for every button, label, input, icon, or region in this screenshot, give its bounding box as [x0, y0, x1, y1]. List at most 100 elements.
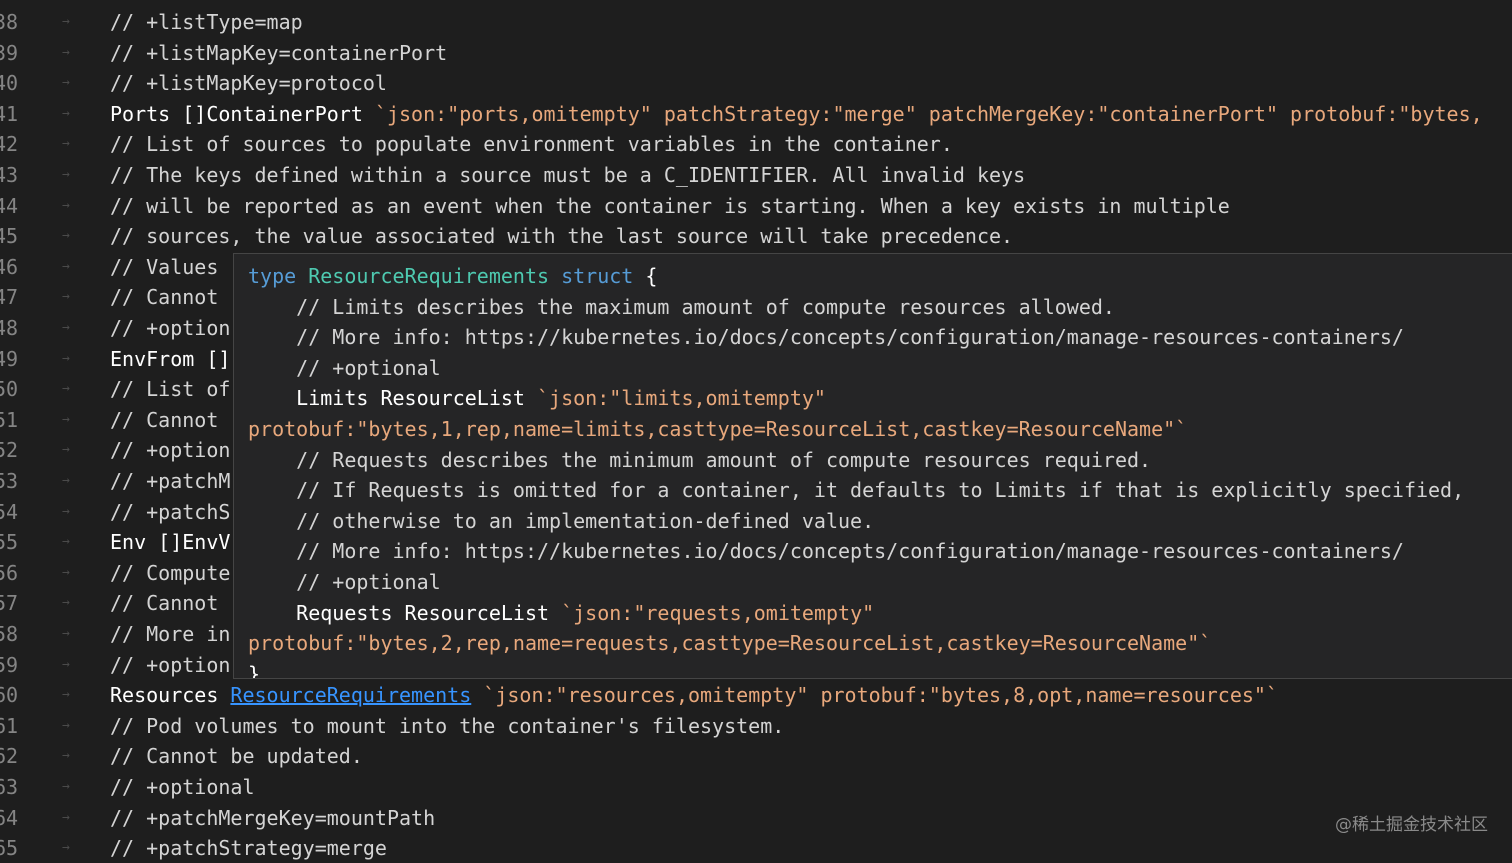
line-number: 50: [0, 377, 19, 402]
tab-whitespace-icon: →: [62, 289, 70, 305]
tab-whitespace-icon: →: [62, 687, 70, 703]
code-text: // +option: [110, 313, 230, 343]
line-number: 58: [0, 622, 19, 646]
code-text: Resources ResourceRequirements `json:"re…: [110, 680, 1278, 710]
line-number: 53: [0, 469, 19, 493]
hover-line: Limits ResourceList `json:"limits,omitem…: [248, 383, 826, 413]
hover-token: // +optional: [248, 355, 441, 380]
hover-token: Limits ResourceList: [248, 386, 537, 411]
code-text: // +patchMergeKey=mountPath: [110, 803, 435, 833]
code-text: // Pod volumes to mount into the contain…: [110, 711, 784, 741]
code-token: // +optional: [110, 775, 255, 799]
line-number: 56: [0, 560, 19, 585]
code-token: // +option: [110, 652, 231, 677]
line-number: 46: [0, 254, 19, 279]
tab-whitespace-icon: →: [62, 75, 70, 91]
tab-whitespace-icon: →: [62, 197, 70, 213]
code-token: // More in: [110, 622, 231, 646]
hover-token: // otherwise to an implementation-define…: [248, 508, 875, 533]
hover-line: type ResourceRequirements struct {: [248, 261, 657, 291]
code-text: // +listType=map: [110, 7, 303, 37]
line-number: 49: [0, 346, 19, 371]
tab-whitespace-icon: →: [62, 320, 70, 335]
hover-token: Requests ResourceList: [248, 600, 562, 625]
tab-whitespace-icon: →: [62, 44, 70, 60]
code-token: `json:"ports,omitempty" patchStrategy:"m…: [374, 101, 1483, 126]
code-text: Env []EnvV: [110, 527, 230, 557]
code-token: // Cannot: [110, 591, 219, 616]
hover-line: // Requests describes the minimum amount…: [248, 445, 1151, 475]
code-token: // Cannot: [110, 407, 219, 432]
code-token: // +listMapKey=containerPort: [110, 40, 448, 65]
code-token: Resources: [110, 683, 231, 708]
code-text: // +patchS: [110, 497, 230, 527]
hover-token: // Limits describes the maximum amount o…: [248, 294, 1115, 319]
hover-token: `json:"requests,omitempty": [561, 600, 875, 625]
line-number: 62: [0, 744, 19, 769]
hover-line: // otherwise to an implementation-define…: [248, 506, 874, 536]
hover-token: {: [633, 264, 658, 288]
code-token: // Values: [110, 254, 219, 279]
line-number: 52: [0, 438, 19, 463]
code-token: // Pod volumes to mount into the contain…: [110, 713, 785, 738]
line-number: 60: [0, 683, 19, 708]
code-text: // will be reported as an event when the…: [110, 191, 1230, 221]
line-number: 48: [0, 316, 19, 340]
tab-whitespace-icon: →: [62, 381, 70, 397]
tab-whitespace-icon: →: [62, 473, 70, 488]
tab-whitespace-icon: →: [62, 534, 70, 550]
code-token: // +option: [110, 438, 231, 463]
hover-line: // If Requests is omitted for a containe…: [248, 475, 1464, 505]
code-token: // +patchS: [110, 499, 231, 524]
hover-token: // If Requests is omitted for a containe…: [248, 478, 1465, 503]
hover-line: // More info: https://kubernetes.io/docs…: [248, 322, 1404, 352]
code-text: // +option: [110, 650, 230, 680]
tab-whitespace-icon: →: [62, 258, 70, 274]
code-token: // +listMapKey=protocol: [110, 71, 387, 96]
code-token: // +listType=map: [110, 10, 303, 34]
code-token: // +patchStrategy=merge: [110, 836, 387, 861]
watermark: @稀土掘金技术社区: [1335, 815, 1488, 835]
code-text: // sources, the value associated with th…: [110, 221, 1013, 251]
code-token: `json:"resources,omitempty" protobuf:"by…: [471, 683, 1278, 708]
line-number: 47: [0, 285, 19, 310]
tab-whitespace-icon: →: [62, 564, 70, 580]
code-token: // Cannot: [110, 285, 219, 310]
line-number: 59: [0, 652, 19, 677]
hover-token: struct: [549, 264, 634, 288]
tab-whitespace-icon: →: [62, 350, 70, 366]
hover-token: `json:"limits,omitempty": [536, 386, 826, 411]
line-number: 42: [0, 132, 19, 157]
code-text: // The keys defined within a source must…: [110, 160, 1025, 190]
hover-line: // Limits describes the maximum amount o…: [248, 292, 1115, 322]
tab-whitespace-icon: →: [62, 14, 70, 29]
code-text: // More in: [110, 619, 230, 649]
hover-tooltip: type ResourceRequirements struct { // Li…: [233, 253, 1512, 679]
code-text: Ports []ContainerPort `json:"ports,omite…: [110, 99, 1483, 129]
line-number: 44: [0, 193, 19, 218]
hover-token: protobuf:"bytes,2,rep,name=requests,cast…: [248, 631, 1212, 656]
code-text: // List of sources to populate environme…: [110, 129, 953, 159]
line-number: 40: [0, 71, 19, 96]
tab-whitespace-icon: →: [62, 656, 70, 672]
code-token: // sources, the value associated with th…: [110, 224, 1014, 249]
hover-token: // Requests describes the minimum amount…: [248, 447, 1152, 472]
tab-whitespace-icon: →: [62, 748, 70, 764]
hover-line: // +optional: [248, 353, 441, 383]
hover-token: type: [248, 264, 309, 288]
tab-whitespace-icon: →: [62, 136, 70, 152]
code-text: // Cannot be updated.: [110, 741, 363, 771]
type-link[interactable]: ResourceRequirements: [230, 683, 471, 707]
code-text: // Compute: [110, 558, 230, 588]
code-text: // Cannot: [110, 282, 218, 312]
tab-whitespace-icon: →: [62, 717, 70, 733]
code-text: // +patchM: [110, 466, 230, 496]
line-number: 54: [0, 499, 19, 524]
code-text: // Cannot: [110, 588, 218, 618]
line-number: 41: [0, 101, 19, 126]
line-number: 57: [0, 591, 19, 616]
code-text: // +listMapKey=protocol: [110, 68, 387, 98]
hover-line: protobuf:"bytes,2,rep,name=requests,cast…: [248, 628, 1211, 658]
hover-line: // More info: https://kubernetes.io/docs…: [248, 536, 1404, 566]
hover-token: ResourceRequirements: [308, 264, 550, 288]
